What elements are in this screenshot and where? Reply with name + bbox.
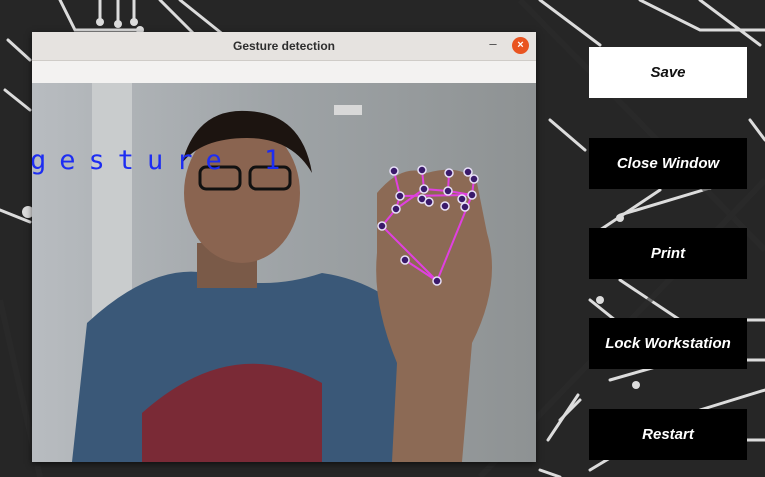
window-title: Gesture detection [232, 39, 336, 53]
gesture-detection-window: Gesture detection – × gesture 1 [32, 32, 536, 462]
window-titlebar[interactable]: Gesture detection – × [32, 32, 536, 61]
camera-frame [32, 83, 536, 462]
window-toolbar-strip [32, 61, 536, 83]
restart-button[interactable]: Restart [589, 409, 747, 460]
close-window-button[interactable]: Close Window [589, 138, 747, 189]
lock-workstation-button[interactable]: Lock Workstation [589, 318, 747, 369]
camera-feed: gesture 1 [32, 83, 536, 462]
minimize-icon[interactable]: – [484, 36, 502, 54]
save-button[interactable]: Save [589, 47, 747, 98]
close-icon[interactable]: × [512, 37, 529, 54]
print-button[interactable]: Print [589, 228, 747, 279]
gesture-label: gesture 1 [32, 145, 294, 176]
ceiling-light [334, 105, 362, 115]
